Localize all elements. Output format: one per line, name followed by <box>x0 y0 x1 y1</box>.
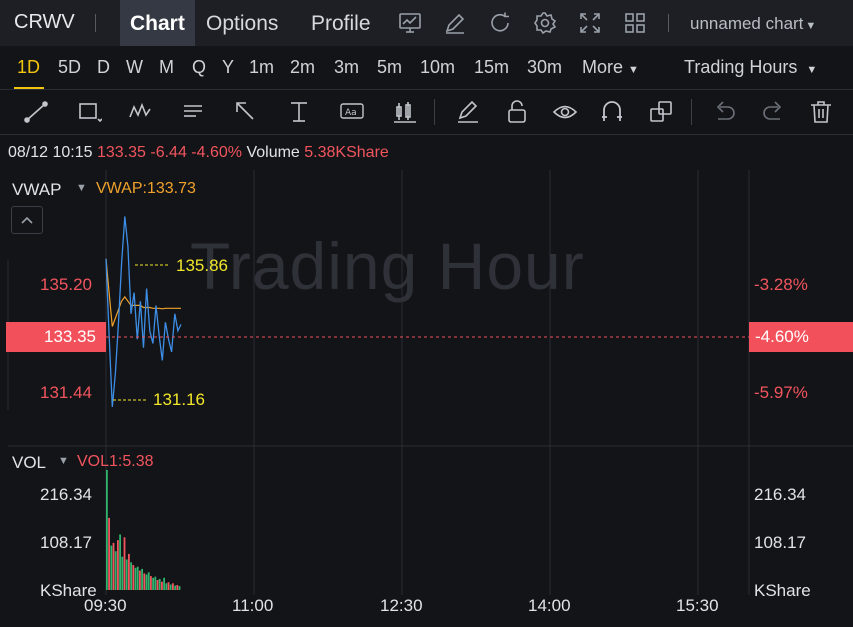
volume-bar <box>176 585 179 590</box>
volume-axis-label: 108.17 <box>754 533 806 552</box>
time-axis-label: 09:30 <box>84 596 127 615</box>
high-price-label: 135.86 <box>176 256 228 275</box>
volume-bars <box>106 470 181 590</box>
volume-bar <box>152 577 154 590</box>
volume-bar <box>123 537 126 590</box>
time-axis-label: 11:00 <box>232 596 274 615</box>
vwap-indicator-label[interactable]: VWAP <box>12 180 61 200</box>
volume-bar <box>141 568 143 590</box>
collapse-button[interactable] <box>11 206 43 234</box>
volume-bar <box>125 559 128 590</box>
current-price-tag: 133.35 <box>6 322 106 352</box>
time-axis-label: 14:00 <box>528 596 571 615</box>
vwap-indicator-value: VWAP:133.73 <box>96 180 196 197</box>
watermark: Trading Hour <box>190 229 585 303</box>
pct-axis-label: -5.97% <box>754 383 808 402</box>
volume-bar <box>136 566 139 590</box>
volume-bar <box>169 584 172 590</box>
volume-bar <box>119 534 121 590</box>
volume-bar <box>156 580 159 590</box>
chart-canvas[interactable] <box>0 0 853 627</box>
volume-bar <box>139 570 141 590</box>
volume-axis-label: 216.34 <box>754 485 806 504</box>
volume-bar <box>128 553 130 590</box>
time-axis-label: 15:30 <box>676 596 719 615</box>
chevron-down-icon[interactable]: ▼ <box>58 455 69 467</box>
volume-bar <box>178 586 181 590</box>
time-axis-label: 12:30 <box>380 596 423 615</box>
volume-bar <box>110 545 113 590</box>
volume-unit-label: KShare <box>754 581 811 600</box>
vwap-line <box>105 258 181 327</box>
volume-axis-label: 216.34 <box>40 485 92 504</box>
volume-bar <box>117 540 119 590</box>
volume-bar <box>165 583 168 590</box>
volume-axis-label: 108.17 <box>40 533 92 552</box>
vol-indicator-label[interactable]: VOL <box>12 453 46 473</box>
vol-indicator-value: VOL1:5.38 <box>77 453 154 470</box>
volume-bar <box>112 542 115 590</box>
volume-bar <box>147 572 150 590</box>
volume-bar <box>167 582 170 590</box>
volume-bar <box>121 556 124 590</box>
low-price-label: 131.16 <box>153 390 205 409</box>
volume-bar <box>130 562 132 590</box>
volume-bar <box>143 573 146 590</box>
current-pct-tag: -4.60% <box>749 322 853 352</box>
volume-bar <box>161 581 163 590</box>
volume-bar <box>108 517 110 590</box>
price-axis-label: 131.44 <box>40 383 92 402</box>
chevron-up-icon <box>21 216 33 224</box>
price-axis-label: 135.20 <box>40 275 92 294</box>
volume-bar <box>106 470 108 590</box>
chevron-down-icon[interactable]: ▼ <box>76 182 87 194</box>
volume-bar <box>174 585 176 590</box>
volume-bar <box>163 577 165 590</box>
volume-bar <box>114 551 117 590</box>
volume-bar <box>158 578 161 590</box>
volume-bar <box>145 574 148 590</box>
volume-bar <box>134 567 137 590</box>
volume-bar <box>154 576 157 590</box>
volume-bar <box>172 583 174 590</box>
volume-bar <box>150 576 152 590</box>
pct-axis-label: -3.28% <box>754 275 808 294</box>
volume-bar <box>132 565 135 590</box>
